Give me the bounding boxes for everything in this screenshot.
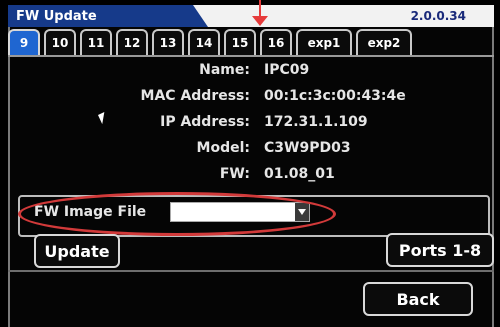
tab-11[interactable]: 11 (80, 29, 112, 55)
tab-10[interactable]: 10 (44, 29, 76, 55)
ip-value: 172.31.1.109 (264, 114, 368, 130)
annotation-arrow-icon (252, 16, 268, 26)
section-divider (8, 270, 494, 272)
row-ip: IP Address: 172.31.1.109 (0, 114, 500, 136)
fw-value: 01.08_01 (264, 166, 335, 182)
name-label: Name: (199, 62, 250, 78)
row-model: Model: C3W9PD03 (0, 140, 500, 162)
ports-button[interactable]: Ports 1-8 (386, 233, 494, 267)
model-label: Model: (196, 140, 250, 156)
tab-divider (8, 55, 494, 57)
title-bar: FW Update 2.0.0.34 (8, 5, 494, 27)
row-fw: FW: 01.08_01 (0, 166, 500, 188)
mac-label: MAC Address: (140, 88, 250, 104)
back-button[interactable]: Back (363, 282, 473, 316)
row-mac: MAC Address: 00:1c:3c:00:43:4e (0, 88, 500, 110)
name-value: IPC09 (264, 62, 310, 78)
update-button[interactable]: Update (34, 234, 120, 268)
annotation-arrow-shaft (259, 0, 261, 16)
channel-tabs: 9 10 11 12 13 14 15 16 exp1 exp2 (8, 29, 412, 55)
mac-value: 00:1c:3c:00:43:4e (264, 88, 406, 104)
row-name: Name: IPC09 (0, 62, 500, 84)
tab-14[interactable]: 14 (188, 29, 220, 55)
tab-12[interactable]: 12 (116, 29, 148, 55)
tab-exp2[interactable]: exp2 (356, 29, 412, 55)
tab-13[interactable]: 13 (152, 29, 184, 55)
model-value: C3W9PD03 (264, 140, 351, 156)
tab-exp1[interactable]: exp1 (296, 29, 352, 55)
ip-label: IP Address: (160, 114, 250, 130)
tab-16[interactable]: 16 (260, 29, 292, 55)
fw-label: FW: (219, 166, 250, 182)
tab-9[interactable]: 9 (8, 29, 40, 55)
window-title: FW Update (16, 9, 97, 24)
tab-15[interactable]: 15 (224, 29, 256, 55)
annotation-oval (18, 192, 336, 236)
version-label: 2.0.0.34 (410, 9, 466, 23)
